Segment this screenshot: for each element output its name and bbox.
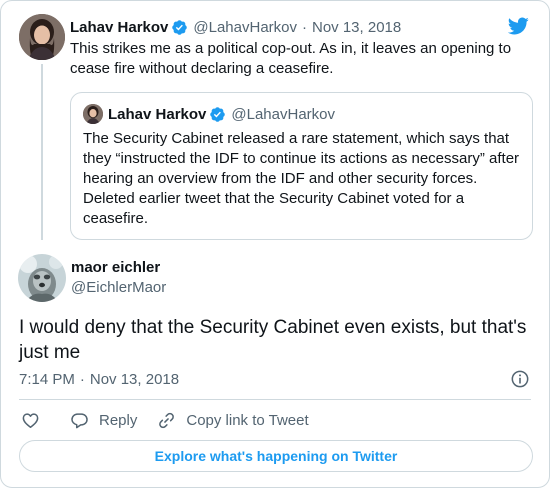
parent-author-name[interactable]: Lahav Harkov [70, 19, 168, 36]
copy-link-label: Copy link to Tweet [186, 411, 309, 429]
heart-icon [22, 412, 39, 428]
reply-date: Nov 13, 2018 [89, 370, 180, 388]
twitter-bird-icon[interactable] [506, 15, 530, 37]
reply-label: Reply [99, 411, 138, 429]
reply-time: 7:14 PM [19, 370, 75, 388]
reply-icon [71, 412, 88, 428]
reply-author-handle[interactable]: @EichlerMaor [71, 279, 166, 296]
reply-author-name[interactable]: maor eichler [71, 259, 160, 276]
actions-divider [19, 399, 531, 400]
parent-tweet-header: Lahav Harkov @LahavHarkov · Nov 13, 2018 [70, 17, 401, 37]
quoted-tweet[interactable]: Lahav Harkov @LahavHarkov The Security C… [70, 92, 533, 240]
parent-tweet-text: This strikes me as a political cop-out. … [70, 40, 512, 77]
link-icon [159, 412, 175, 428]
parent-tweet-date[interactable]: Nov 13, 2018 [312, 19, 401, 36]
header-separator: · [302, 18, 307, 36]
reply-author-avatar[interactable] [18, 254, 66, 302]
quoted-author-avatar [83, 104, 103, 124]
timestamp-separator: · [79, 370, 85, 388]
verified-badge-icon [210, 106, 226, 122]
info-icon[interactable] [510, 369, 530, 389]
quoted-tweet-header: Lahav Harkov @LahavHarkov [83, 103, 335, 125]
quoted-author-name: Lahav Harkov [108, 105, 207, 123]
parent-author-handle[interactable]: @LahavHarkov [193, 19, 297, 36]
reply-button[interactable]: Reply [70, 411, 137, 430]
explore-twitter-button[interactable]: Explore what's happening on Twitter [19, 440, 533, 472]
copy-link-button[interactable]: Copy link to Tweet [157, 411, 309, 430]
quoted-author-handle: @LahavHarkov [231, 105, 335, 123]
reply-timestamp[interactable]: 7:14 PM · Nov 13, 2018 [19, 369, 179, 389]
like-button[interactable] [21, 411, 40, 430]
quoted-tweet-text: The Security Cabinet released a rare sta… [83, 130, 520, 227]
reply-tweet-text: I would deny that the Security Cabinet e… [19, 317, 527, 363]
tweet-actions: Reply Copy link to Tweet [21, 410, 309, 430]
tweet-embed-card: Lahav Harkov @LahavHarkov · Nov 13, 2018… [0, 0, 550, 488]
thread-connector-line [41, 64, 43, 240]
verified-badge-icon [172, 19, 188, 35]
parent-author-avatar[interactable] [19, 14, 65, 60]
